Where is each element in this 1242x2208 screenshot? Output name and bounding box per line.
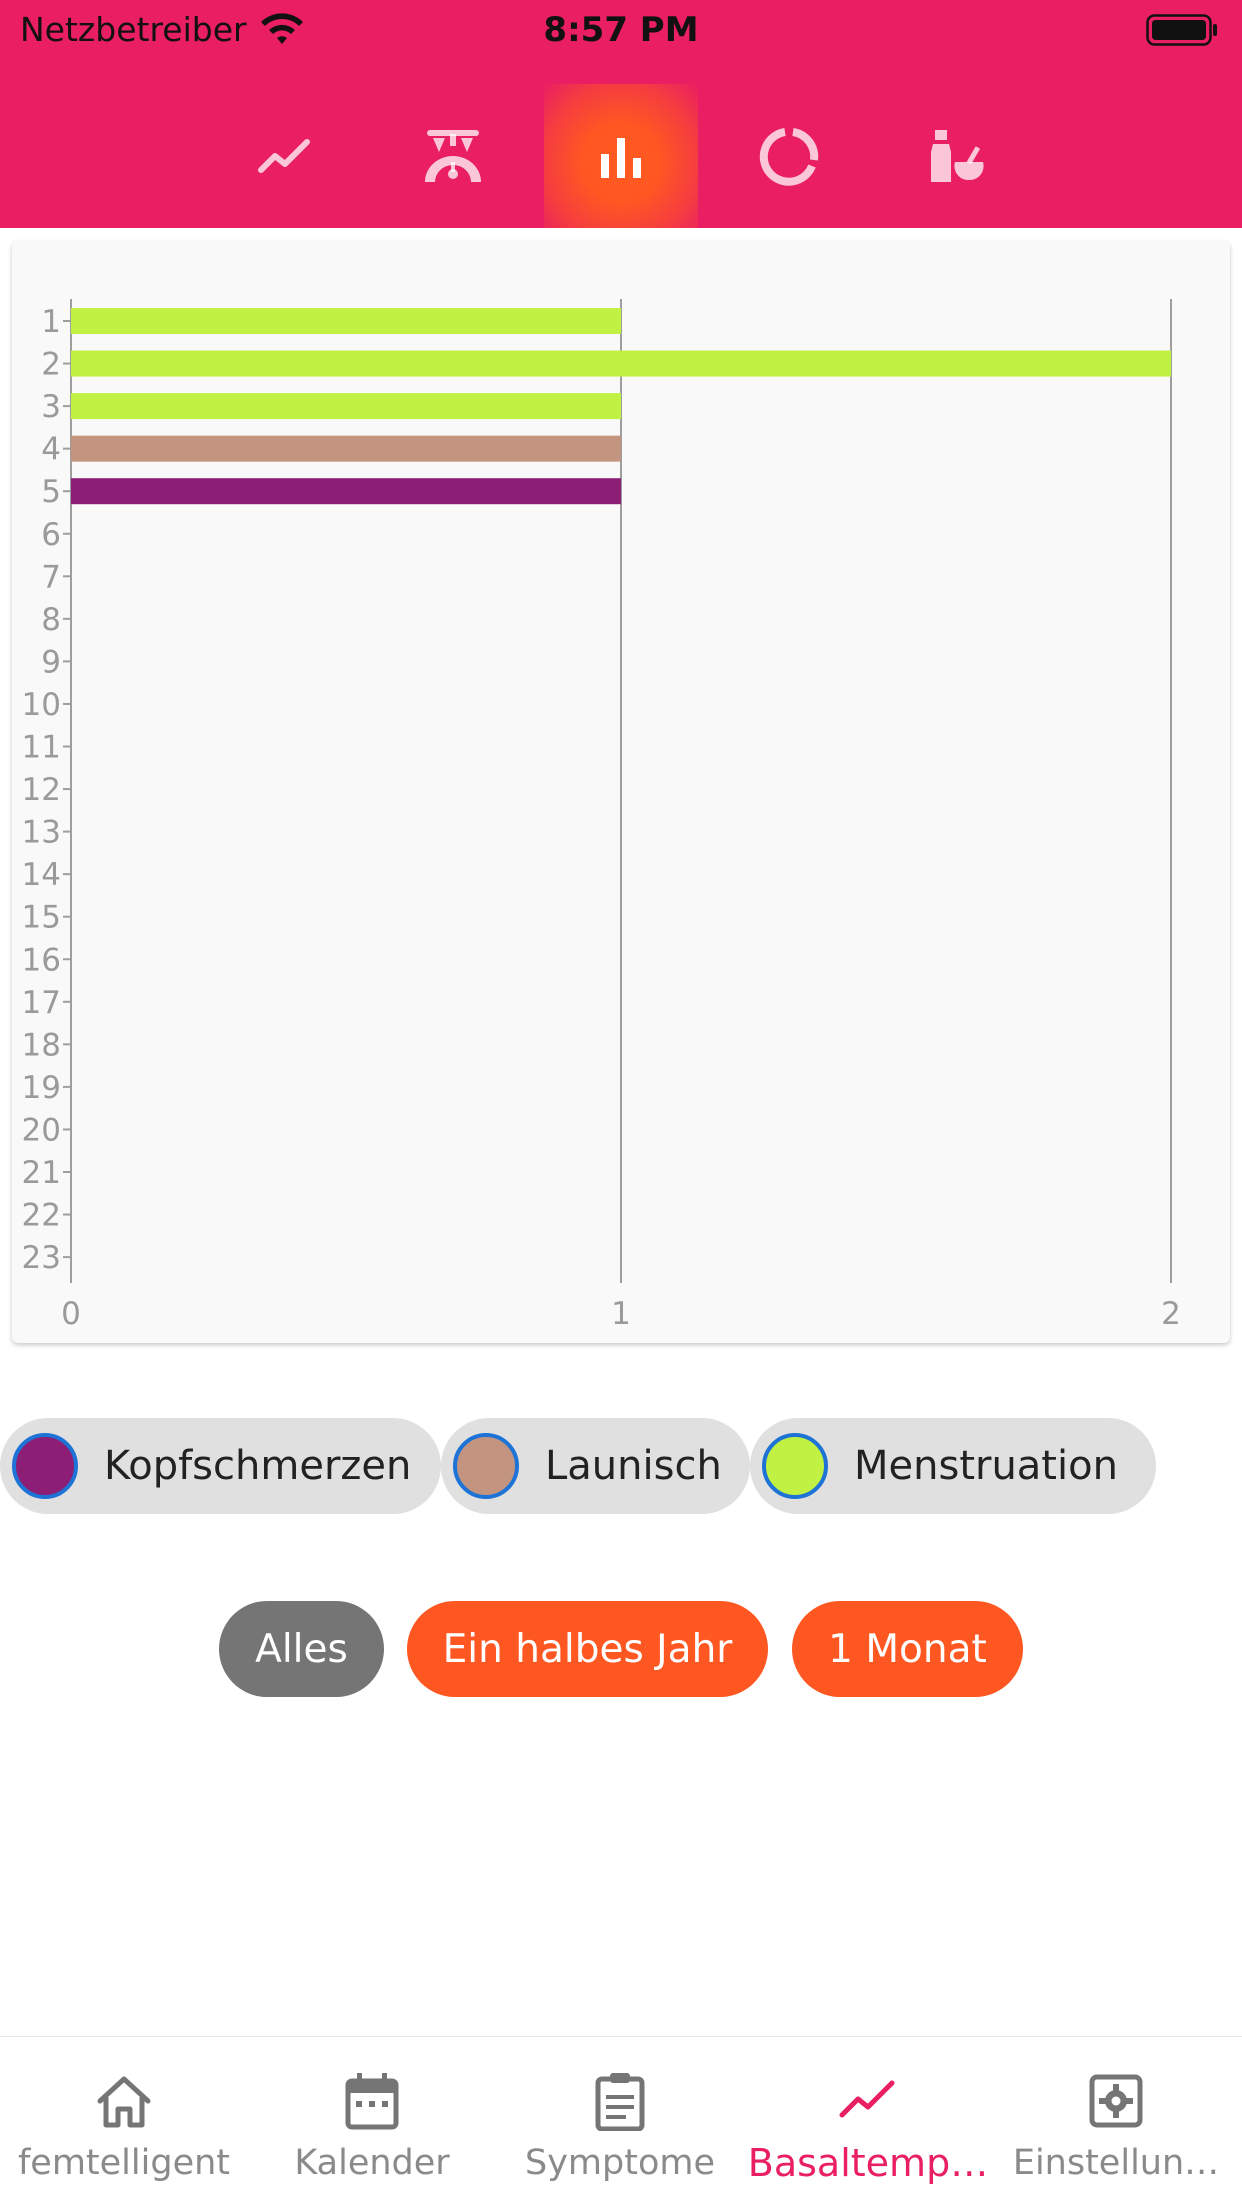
- range-half-year-button[interactable]: Ein halbes Jahr: [407, 1601, 768, 1697]
- legend-label: Menstruation: [854, 1443, 1118, 1489]
- settings-icon: [1089, 2074, 1143, 2128]
- y-tick-label: 13: [22, 815, 61, 851]
- legend-label: Kopfschmerzen: [104, 1443, 412, 1489]
- medicine-icon: [931, 130, 984, 182]
- nav-label-home: femtelligent: [17, 2143, 231, 2183]
- donut-chart-icon: [759, 128, 819, 186]
- bar-launisch-row-4: [71, 435, 621, 462]
- bar-kopfschmerzen-row-5: [71, 478, 621, 505]
- line-chart-icon: [258, 139, 310, 173]
- tab-temperature-chart[interactable]: [208, 84, 362, 228]
- symptom-chart-card: 0 1 2 1 2 3 4 5 6 7 8 9 10 11 12 13 14 15 16 17 18 19 20 21 22 23: [12, 241, 1230, 1343]
- home-icon: [97, 2076, 151, 2128]
- y-tick-label: 21: [22, 1155, 61, 1191]
- nav-item-home[interactable]: femtelligent: [0, 2037, 248, 2208]
- status-time: 8:57 PM: [543, 10, 699, 50]
- y-tick-label: 7: [41, 559, 61, 595]
- chart-legend: Kopfschmerzen Launisch Menstruation: [0, 1418, 1242, 1514]
- legend-label: Launisch: [545, 1443, 722, 1489]
- nav-item-symptoms[interactable]: Symptome: [496, 2037, 744, 2208]
- scale-icon: [425, 130, 481, 182]
- bottom-navigation: femtelligent Kalender Symptome Basaltemp…: [0, 2036, 1242, 2208]
- legend-color-dot: [453, 1433, 519, 1499]
- battery-icon: [1146, 14, 1217, 46]
- y-tick-label: 18: [22, 1027, 61, 1063]
- range-one-month-button[interactable]: 1 Monat: [792, 1601, 1023, 1697]
- calendar-icon: [345, 2073, 399, 2130]
- y-tick-label: 2: [41, 347, 61, 383]
- y-tick-label: 10: [22, 687, 61, 723]
- y-tick-label: 22: [22, 1198, 61, 1234]
- tab-weight-chart[interactable]: [376, 84, 530, 228]
- nav-item-calendar[interactable]: Kalender: [248, 2037, 496, 2208]
- symptom-bar-chart: 0 1 21234567891011121314151617181920212223: [22, 299, 1181, 1332]
- y-tick-label: 15: [22, 900, 61, 936]
- range-all-button[interactable]: Alles: [219, 1601, 384, 1697]
- clipboard-icon: [595, 2073, 645, 2131]
- y-tick-label: 19: [22, 1070, 61, 1106]
- y-tick-label: 9: [41, 644, 61, 680]
- y-tick-label: 12: [22, 772, 61, 808]
- nav-item-settings[interactable]: Einstellun…: [992, 2037, 1240, 2208]
- y-tick-label: 1: [41, 304, 61, 340]
- y-tick-label: 16: [22, 942, 61, 978]
- y-tick-label: 20: [22, 1112, 61, 1148]
- status-bar: Netzbetreiber 8:57 PM: [0, 0, 1242, 62]
- x-tick-label: 1: [611, 1296, 631, 1332]
- bar-menstruation-row-3: [71, 393, 621, 420]
- legend-color-dot: [762, 1433, 828, 1499]
- chart-type-tabs: [0, 84, 1242, 228]
- legend-chip-kopfschmerzen[interactable]: Kopfschmerzen: [0, 1418, 441, 1514]
- x-tick-label: 0: [61, 1296, 81, 1332]
- bar-chart-icon: [601, 138, 641, 178]
- tab-symptom-bar-chart[interactable]: [544, 84, 698, 228]
- tab-medication-chart[interactable]: [880, 84, 1034, 228]
- tab-cycle-donut-chart[interactable]: [712, 84, 866, 228]
- y-tick-label: 3: [41, 389, 61, 425]
- legend-color-dot: [12, 1433, 78, 1499]
- nav-label-basal-temperature: Basaltemp…: [747, 2141, 989, 2185]
- bar-menstruation-row-2: [71, 350, 1171, 377]
- app-header: Netzbetreiber 8:57 PM: [0, 0, 1242, 228]
- y-tick-label: 5: [41, 474, 61, 510]
- y-tick-label: 17: [22, 985, 61, 1021]
- nav-label-settings: Einstellun…: [1012, 2143, 1220, 2183]
- y-tick-label: 14: [22, 857, 61, 893]
- y-tick-label: 11: [22, 730, 61, 766]
- nav-item-basal-temperature[interactable]: Basaltemp…: [744, 2037, 992, 2208]
- bar-menstruation-row-1: [71, 308, 621, 334]
- y-tick-label: 4: [41, 432, 61, 468]
- y-tick-label: 23: [22, 1240, 61, 1276]
- line-chart-icon: [839, 2080, 895, 2118]
- legend-chip-menstruation[interactable]: Menstruation: [750, 1418, 1156, 1514]
- legend-chip-launisch[interactable]: Launisch: [441, 1418, 750, 1514]
- x-tick-label: 2: [1161, 1296, 1181, 1332]
- y-tick-label: 6: [41, 517, 61, 553]
- nav-label-symptoms: Symptome: [524, 2143, 715, 2183]
- nav-label-calendar: Kalender: [294, 2143, 450, 2183]
- y-tick-label: 8: [41, 602, 61, 638]
